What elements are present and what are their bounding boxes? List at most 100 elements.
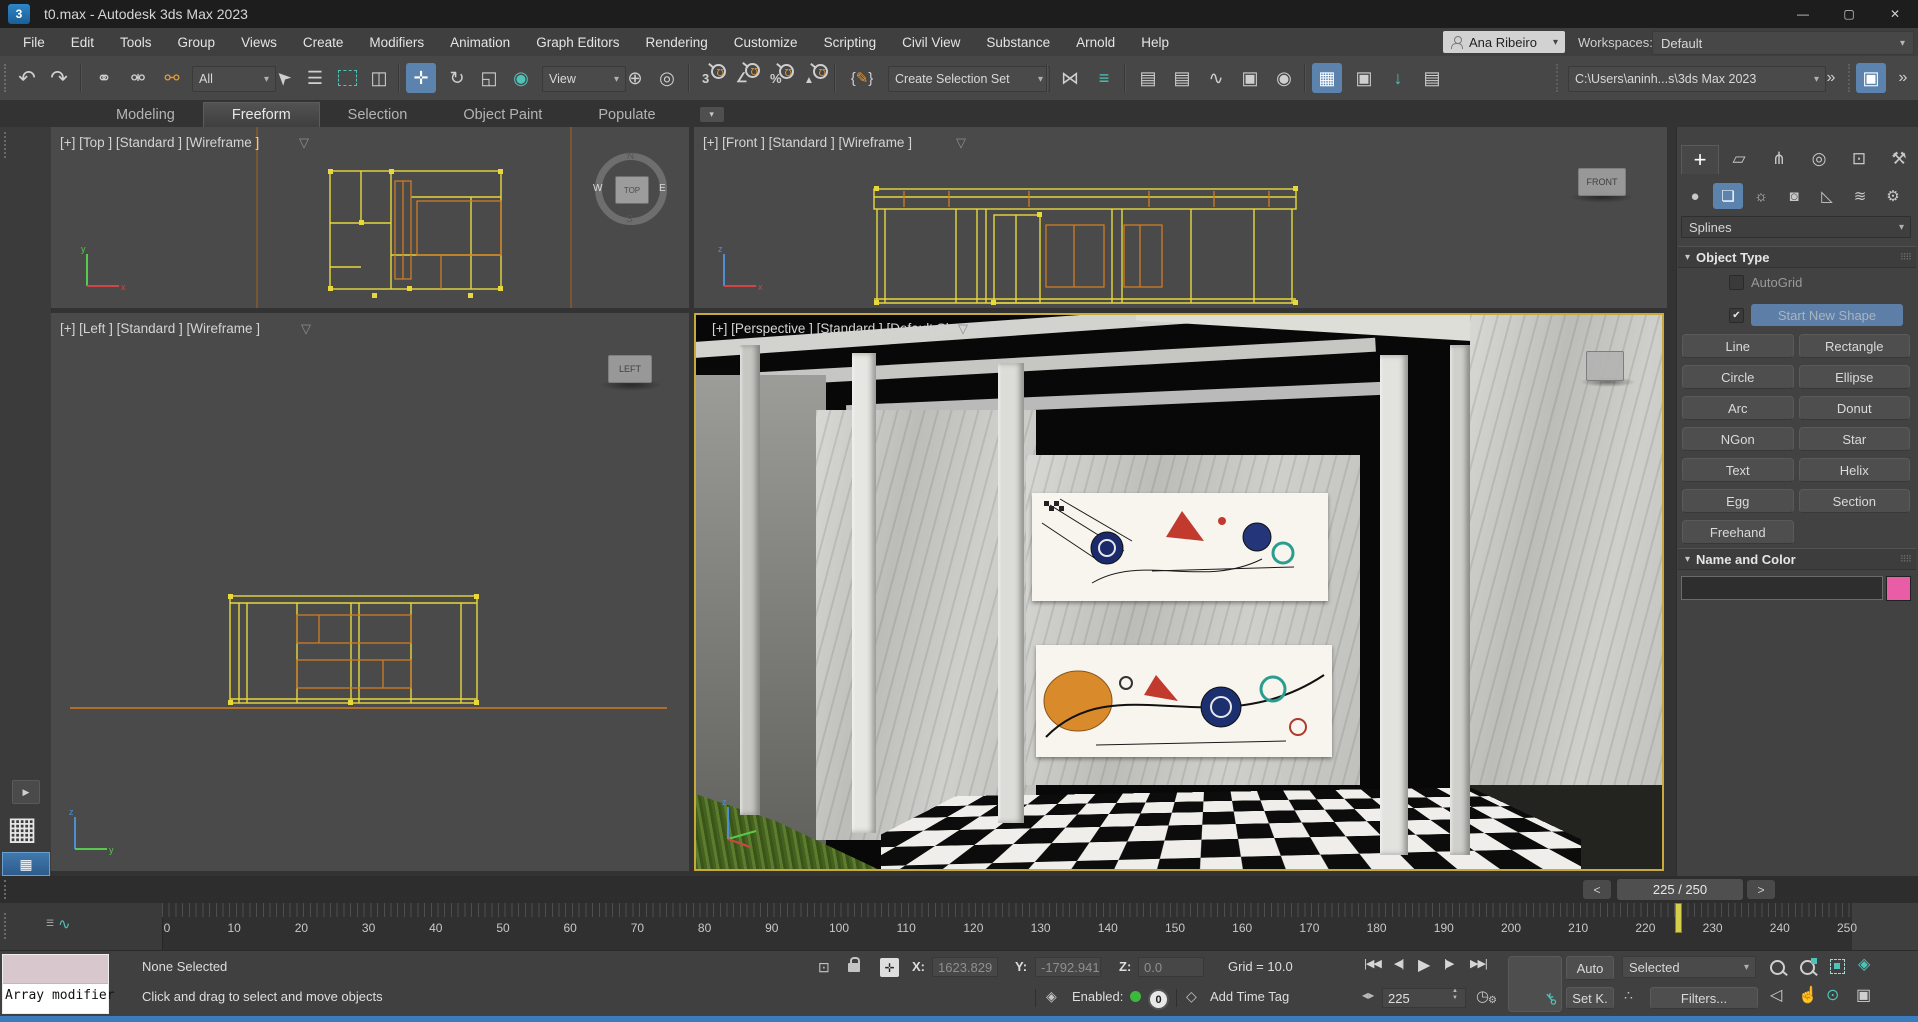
shape-button[interactable]: Section (1799, 489, 1911, 513)
app-icon[interactable]: 3 (8, 4, 30, 24)
systems-category-icon[interactable]: ⚙ (1878, 183, 1908, 209)
bind-to-spacewarp-icon[interactable]: ⚯ (156, 56, 188, 100)
curve-editor-icon[interactable]: ∿ (1200, 56, 1232, 100)
shapes-category-icon[interactable]: ❏ (1713, 183, 1743, 209)
geometry-category-icon[interactable]: ● (1680, 183, 1710, 209)
viewport-top[interactable]: [+] [Top ] [Standard ] [Wireframe ] ▽ (51, 127, 689, 308)
helpers-category-icon[interactable]: ◺ (1812, 183, 1842, 209)
create-panel-icon[interactable]: + (1681, 145, 1719, 174)
time-slider-handle[interactable]: 225 / 250 (1617, 879, 1743, 900)
pan-icon[interactable]: ☝ (1798, 985, 1818, 1005)
compass-south[interactable]: S (626, 214, 633, 225)
maxscript-mini-listener[interactable]: Array modifier (2, 954, 109, 1014)
viewcube[interactable] (1586, 351, 1624, 381)
menu-item[interactable]: Modifiers (356, 29, 437, 56)
maxscript-mini-listener-icon[interactable]: {✎} (842, 56, 882, 100)
track-bar[interactable]: ☰ ∿ 010203040506070809010011012013014015… (0, 903, 1918, 950)
select-and-place-icon[interactable]: ◉ (506, 56, 536, 100)
z-coordinate-field[interactable]: 0.0 (1138, 957, 1204, 977)
object-color-swatch[interactable] (1886, 576, 1911, 601)
menu-item[interactable]: File (10, 29, 58, 56)
shape-button[interactable]: Star (1799, 427, 1911, 451)
viewcube-left-face[interactable]: LEFT (608, 355, 652, 383)
angle-snap-toggle-icon[interactable]: ∠Ω (730, 56, 762, 100)
percent-snap-toggle-icon[interactable]: %Ω (764, 56, 796, 100)
menu-item[interactable]: Civil View (889, 29, 973, 56)
toolbar-drag-handle[interactable] (4, 64, 6, 92)
toolbar-drag-handle[interactable] (4, 880, 6, 899)
y-coordinate-field[interactable]: -1792.941 (1035, 957, 1101, 977)
shield-icon[interactable]: ◈ (1046, 988, 1057, 1005)
viewport-filter-icon[interactable]: ▽ (301, 321, 311, 337)
toolbar-drag-handle[interactable] (4, 913, 6, 939)
menu-item[interactable]: Graph Editors (523, 29, 632, 56)
hierarchy-panel-icon[interactable]: ⋔ (1761, 145, 1797, 173)
next-frame-button[interactable]: > (1747, 880, 1775, 899)
x-coordinate-field[interactable]: 1623.829 (932, 957, 998, 977)
go-to-start-icon[interactable]: |◀◀ (1364, 957, 1381, 970)
render-setup-icon[interactable]: ▦ (1312, 63, 1342, 93)
schematic-view-icon[interactable]: ▣ (1234, 56, 1266, 100)
cameras-category-icon[interactable]: ◙ (1779, 183, 1809, 209)
go-to-end-icon[interactable]: ▶▶| (1470, 957, 1487, 970)
menu-item[interactable]: Create (290, 29, 357, 56)
set-key-button[interactable]: Set K. (1566, 987, 1614, 1009)
menu-item[interactable]: Animation (437, 29, 523, 56)
frame-step-arrows-icon[interactable]: ◀▶ (1362, 991, 1374, 1000)
compass-north[interactable]: N (627, 151, 634, 162)
viewport-perspective-label[interactable]: [+] [Perspective ] [Standard ] [Default … (712, 321, 994, 336)
layer-explorer-toggle-icon[interactable]: ▤ (1166, 56, 1198, 100)
tab-selection[interactable]: Selection (320, 103, 436, 127)
workspace-panel-toggle-icon[interactable]: ▣ (1856, 63, 1886, 93)
select-link-icon[interactable]: ⚭ (88, 56, 120, 100)
tab-freeform[interactable]: Freeform (203, 102, 320, 127)
object-type-rollout-header[interactable]: ▾ Object Type ⠿⠿ (1678, 246, 1916, 268)
viewport-filter-icon[interactable]: ▽ (956, 135, 966, 151)
viewport-front[interactable]: [+] [Front ] [Standard ] [Wireframe ] ▽ (694, 127, 1667, 308)
add-time-tag[interactable]: Add Time Tag (1210, 989, 1289, 1004)
project-folder-select[interactable]: C:\Users\aninh...s\3ds Max 2023 ▾ (1568, 66, 1826, 92)
display-panel-icon[interactable]: ⊡ (1841, 145, 1877, 173)
unlink-selection-icon[interactable]: ⚮ (122, 56, 154, 100)
rectangular-selection-region-icon[interactable] (332, 56, 362, 100)
snaps-toggle-3d-icon[interactable]: 3Ω (696, 56, 728, 100)
shape-button[interactable]: Rectangle (1799, 334, 1911, 358)
viewport-filter-icon[interactable]: ▽ (299, 135, 309, 151)
viewport-perspective[interactable]: [+] [Perspective ] [Standard ] [Default … (694, 313, 1664, 871)
tab-populate[interactable]: Populate (570, 103, 683, 127)
utilities-panel-icon[interactable]: ⚒ (1881, 145, 1917, 173)
viewcube-top-face[interactable]: TOP (615, 176, 649, 204)
select-and-move-icon[interactable]: ✛ (406, 63, 436, 93)
zoom-all-icon[interactable] (1800, 960, 1815, 975)
shape-button[interactable]: Freehand (1682, 520, 1794, 544)
select-and-manipulate-icon[interactable]: ◎ (652, 56, 682, 100)
viewcube-front-face[interactable]: FRONT (1578, 168, 1626, 196)
menu-item[interactable]: Tools (107, 29, 165, 56)
redo-icon[interactable]: ↷ (44, 56, 74, 100)
material-editor-icon[interactable]: ◉ (1268, 56, 1300, 100)
scene-explorer-toggle-icon[interactable]: ▤ (1132, 56, 1164, 100)
viewport-filter-icon[interactable]: ▽ (958, 321, 968, 337)
use-pivot-point-center-icon[interactable]: ⊕ (620, 56, 650, 100)
tab-modeling[interactable]: Modeling (88, 103, 203, 127)
shape-button[interactable]: Ellipse (1799, 365, 1911, 389)
menu-item[interactable]: Scripting (811, 29, 890, 56)
viewport-left-label[interactable]: [+] [Left ] [Standard ] [Wireframe ] (60, 321, 260, 336)
selection-lock-icon[interactable] (848, 963, 860, 972)
shape-button[interactable]: Arc (1682, 396, 1794, 420)
modify-panel-icon[interactable]: ▱ (1721, 145, 1757, 173)
autogrid-checkbox[interactable] (1729, 275, 1744, 290)
mini-curve-editor-icon[interactable]: ∿ (58, 915, 71, 933)
start-new-shape-button[interactable]: Start New Shape (1751, 304, 1903, 326)
toolbar-drag-handle[interactable] (4, 132, 6, 158)
shape-button[interactable]: Text (1682, 458, 1794, 482)
previous-frame-button[interactable]: < (1583, 880, 1611, 899)
menu-item[interactable]: Rendering (633, 29, 721, 56)
listener-macro-row[interactable] (3, 955, 108, 984)
frame-spinner[interactable]: ▲▼ (1452, 988, 1458, 1002)
select-and-scale-icon[interactable]: ◱ (474, 56, 504, 100)
render-flyout-icon[interactable]: ▤ (1416, 56, 1448, 100)
viewport-top-label[interactable]: [+] [Top ] [Standard ] [Wireframe ] (60, 135, 259, 150)
select-by-name-icon[interactable]: ☰ (300, 56, 330, 100)
set-keys-button[interactable]: ⚷ (1508, 956, 1562, 1012)
